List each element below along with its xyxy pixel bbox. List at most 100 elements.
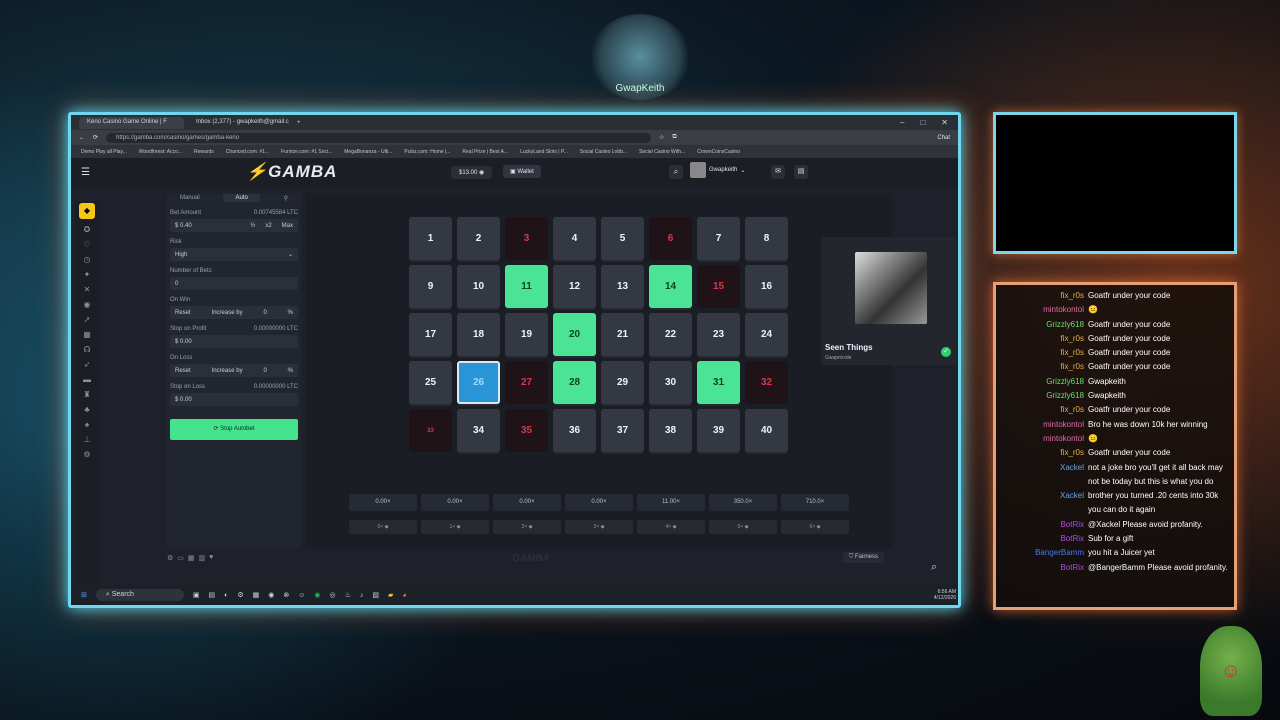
risk-select[interactable]: High ⌄ (170, 248, 298, 261)
keno-tile[interactable]: 15 (697, 265, 740, 308)
keno-tile[interactable]: 3 (505, 217, 548, 260)
keno-tile[interactable]: 31 (697, 361, 740, 404)
bookmark-item[interactable]: LuckyLand Slots | P... (520, 149, 568, 155)
providers-icon[interactable]: ▬ (83, 375, 91, 384)
bookmark-item[interactable]: Social Casino Lobb... (580, 149, 627, 155)
keno-tile[interactable]: 12 (553, 265, 596, 308)
chat-icon[interactable]: ▤ (794, 165, 808, 179)
originals-icon[interactable]: ✕ (84, 285, 91, 294)
star-icon[interactable]: ☆ (659, 134, 664, 141)
rewards-icon[interactable]: ♣ (84, 405, 89, 414)
keno-tile[interactable]: 20 (553, 313, 596, 356)
taskbar-clock[interactable]: 6:56 AM 4/12/2026 (934, 589, 958, 601)
keno-tile[interactable]: 40 (745, 409, 788, 452)
spotify-icon[interactable]: ◉ (314, 591, 320, 599)
recent-icon[interactable]: ◷ (84, 255, 91, 264)
tab-manual[interactable]: Manual (180, 195, 200, 201)
on-loss-value[interactable]: 0 (263, 368, 266, 374)
double-button[interactable]: x2 (265, 223, 271, 229)
back-icon[interactable]: ← (79, 135, 85, 141)
stop-loss-field[interactable]: $ 0.00 (170, 393, 298, 406)
sports-icon[interactable]: ✪ (84, 225, 91, 234)
bookmark-item[interactable]: Funrize.com: #1 Soci... (281, 149, 332, 155)
bookmark-item[interactable]: Real Prize | Best A... (462, 149, 508, 155)
bookmark-item[interactable]: CrownCoinsCasino (697, 149, 740, 155)
promotions-icon[interactable]: ✦ (84, 270, 91, 279)
on-loss-reset-button[interactable]: Reset (175, 368, 191, 374)
edge-icon[interactable]: ◐ (224, 592, 228, 599)
keno-tile[interactable]: 23 (697, 313, 740, 356)
keno-tile[interactable]: 5 (601, 217, 644, 260)
casino-icon[interactable]: ◆ (79, 203, 95, 219)
keno-tile[interactable]: 34 (457, 409, 500, 452)
keno-tile[interactable]: 10 (457, 265, 500, 308)
num-bets-field[interactable]: 0 (170, 277, 298, 290)
keno-tile[interactable]: 18 (457, 313, 500, 356)
bookmark-item[interactable]: MegaBonanza - Ulti... (344, 149, 392, 155)
live-icon[interactable]: ➚ (84, 315, 91, 324)
keno-tile[interactable]: 37 (601, 409, 644, 452)
bookmark-item[interactable]: Demo Play all Play... (81, 149, 127, 155)
keno-tile[interactable]: 30 (649, 361, 692, 404)
discord-icon[interactable]: ☺ (298, 592, 305, 599)
keno-tile[interactable]: 1 (409, 217, 452, 260)
brand-logo[interactable]: ⚡GAMBA (246, 162, 337, 182)
bookmark-item[interactable]: Pulsz.com: Home |... (404, 149, 450, 155)
keno-tile[interactable]: 36 (553, 409, 596, 452)
keno-tile[interactable]: 32 (745, 361, 788, 404)
obs-icon[interactable]: ◎ (330, 591, 336, 599)
autobet-settings-icon[interactable]: ⚲ (284, 195, 288, 202)
keno-tile[interactable]: 9 (409, 265, 452, 308)
on-loss-field[interactable]: Reset Increase by 0% (170, 364, 298, 377)
favorites-icon[interactable]: ♡ (83, 240, 90, 249)
new-tab-icon[interactable]: + (297, 120, 301, 126)
tab-auto[interactable]: Auto (223, 194, 260, 202)
taskbar-search[interactable]: ⌕ Search (95, 589, 184, 601)
keno-tile[interactable]: 26 (457, 361, 500, 404)
on-loss-increase-button[interactable]: Increase by (212, 368, 243, 374)
tiktok-icon[interactable]: ♪ (360, 592, 364, 599)
xbox-icon[interactable]: ⊗ (283, 591, 289, 599)
keno-tile[interactable]: 35 (505, 409, 548, 452)
zoom-search-icon[interactable]: ⌕ (931, 561, 937, 574)
on-win-field[interactable]: Reset Increase by 0% (170, 306, 298, 319)
keno-tile[interactable]: 17 (409, 313, 452, 356)
support-icon[interactable]: ⊥ (84, 435, 91, 444)
keno-tile[interactable]: 7 (697, 217, 740, 260)
bet-amount-field[interactable]: $ 0.40 ½ x2 Max (170, 219, 298, 232)
maximize-icon[interactable]: □ (920, 118, 925, 127)
close-icon[interactable]: ✕ (941, 118, 948, 127)
on-win-increase-button[interactable]: Increase by (212, 310, 243, 316)
user-menu[interactable]: Gwapkeith ⌄ (690, 162, 745, 178)
firefox-icon[interactable]: ◕ (402, 592, 406, 599)
notifications-icon[interactable]: ✉ (771, 165, 785, 179)
keno-tile[interactable]: 22 (649, 313, 692, 356)
bookmark-item[interactable]: Rewards (194, 149, 214, 155)
chat-button[interactable]: Chat (937, 135, 950, 141)
keno-tile[interactable]: 38 (649, 409, 692, 452)
keno-tile[interactable]: 8 (745, 217, 788, 260)
bookmark-item[interactable]: Chanced.com: #1... (226, 149, 269, 155)
max-button[interactable]: Max (282, 223, 293, 229)
extensions-icon[interactable]: ⧉ (672, 134, 676, 141)
blog-icon[interactable]: ♠ (85, 420, 89, 429)
half-button[interactable]: ½ (250, 223, 255, 229)
settings-icon[interactable]: ⚙ (83, 450, 90, 459)
table-games-icon[interactable]: ▦ (83, 330, 91, 339)
keno-tile[interactable]: 39 (697, 409, 740, 452)
stop-autobet-button[interactable]: ⟳ Stop Autobet (170, 419, 298, 440)
keno-tile[interactable]: 11 (505, 265, 548, 308)
keno-tile[interactable]: 21 (601, 313, 644, 356)
explorer-icon[interactable]: ▤ (209, 591, 216, 599)
game-shows-icon[interactable]: ☊ (83, 345, 90, 354)
windows-start-icon[interactable]: ⊞ (81, 591, 87, 599)
photos-icon[interactable]: ▧ (372, 591, 379, 599)
new-games-icon[interactable]: ➶ (84, 360, 91, 369)
on-win-value[interactable]: 0 (263, 310, 266, 316)
keno-tile[interactable]: 27 (505, 361, 548, 404)
keno-tile[interactable]: 33 (409, 409, 452, 452)
minimize-icon[interactable]: – (900, 118, 904, 127)
keno-tile[interactable]: 16 (745, 265, 788, 308)
slots-icon[interactable]: ◉ (84, 300, 91, 309)
keno-tile[interactable]: 19 (505, 313, 548, 356)
